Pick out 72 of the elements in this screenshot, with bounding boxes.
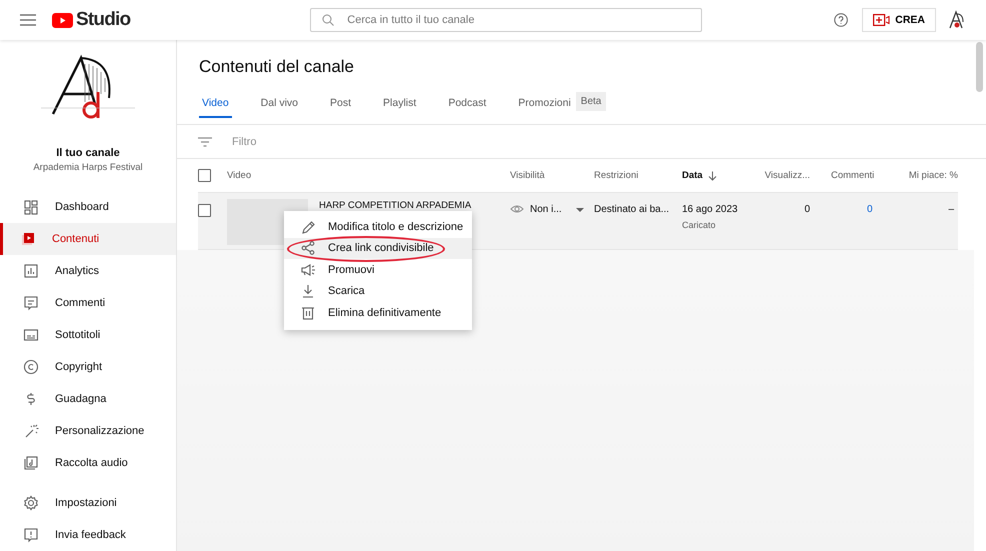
menu-item[interactable]: Modifica titolo e descrizione: [284, 216, 472, 238]
sort-down-icon: [708, 170, 717, 180]
sidebar-item[interactable]: Invia feedback: [0, 518, 176, 551]
upload-date: 16 ago 2023: [682, 204, 739, 215]
filter-icon[interactable]: [198, 136, 212, 146]
scrollbar-thumb[interactable]: [976, 42, 983, 92]
sidebar-item[interactable]: Sottotitoli: [0, 319, 176, 352]
subtitles-icon: [23, 327, 39, 344]
sidebar-item[interactable]: Analytics: [0, 255, 176, 288]
avatar-icon[interactable]: [948, 10, 966, 30]
logo-text: Studio: [76, 9, 130, 31]
help-icon[interactable]: [834, 13, 848, 27]
tab[interactable]: Post: [327, 97, 354, 118]
sidebar-item[interactable]: Impostazioni: [0, 486, 176, 519]
channel-title: Il tuo canale: [56, 147, 120, 159]
audio-icon: [23, 455, 39, 472]
comments-count[interactable]: 0: [867, 204, 873, 215]
sidebar-item[interactable]: Dashboard: [0, 191, 176, 224]
column-header[interactable]: Data: [682, 170, 703, 181]
column-header[interactable]: Visibilità: [510, 170, 545, 181]
upload-status: Caricato: [682, 220, 717, 230]
trash-icon: [300, 304, 316, 321]
add-video-icon: [873, 14, 890, 26]
sidebar-item[interactable]: Copyright: [0, 351, 176, 384]
visibility-value: Non i...: [530, 204, 562, 215]
copyright-icon: [23, 359, 39, 376]
views-count: 0: [804, 204, 810, 215]
tab[interactable]: Promozioni: [515, 97, 574, 118]
page-title: Contenuti del canale: [199, 57, 356, 77]
column-header[interactable]: Mi piace: %: [908, 170, 958, 181]
feedback-icon: [23, 526, 39, 543]
analytics-icon: [23, 263, 39, 280]
sidebar-item[interactable]: Guadagna: [0, 383, 176, 416]
menu-item[interactable]: Elimina definitivamente: [284, 302, 472, 324]
comments-icon: [23, 295, 39, 312]
wand-icon: [23, 423, 39, 440]
channel-name: Arpademia Harps Festival: [33, 162, 143, 173]
tab[interactable]: Playlist: [380, 97, 420, 118]
checkbox[interactable]: [198, 204, 211, 217]
tab[interactable]: Podcast: [445, 97, 490, 118]
sidebar-item[interactable]: Commenti: [0, 287, 176, 320]
pencil-icon: [300, 218, 316, 235]
menu-item[interactable]: Crea link condivisibile: [284, 238, 472, 259]
content-icon: [20, 231, 36, 248]
download-icon: [300, 283, 316, 300]
dashboard-icon: [23, 199, 39, 215]
tab[interactable]: Video: [199, 97, 232, 118]
column-header[interactable]: Video: [227, 170, 252, 181]
column-header[interactable]: Visualizz...: [764, 170, 810, 181]
play-logo-icon: [52, 12, 73, 28]
search-icon: [322, 14, 334, 26]
menu-icon[interactable]: [20, 14, 36, 26]
dropdown-caret-icon[interactable]: [576, 208, 584, 213]
tab[interactable]: Dal vivo: [258, 97, 302, 118]
settings-icon: [23, 494, 39, 511]
eye-icon: [510, 204, 524, 214]
sidebar-item[interactable]: Personalizzazione: [0, 415, 176, 448]
menu-item[interactable]: Promuovi: [284, 259, 472, 280]
sidebar-item[interactable]: Raccolta audio: [0, 447, 176, 480]
beta-badge: Beta: [576, 92, 606, 111]
search-field[interactable]: Cerca in tutto il tuo canale: [310, 8, 702, 32]
share-icon: [300, 240, 316, 256]
filter-field[interactable]: Filtro: [230, 134, 376, 148]
restrictions-value: Destinato ai ba...: [594, 204, 670, 215]
column-header[interactable]: Restrizioni: [594, 170, 638, 181]
sidebar-item[interactable]: Contenuti: [0, 223, 176, 256]
megaphone-icon: [300, 262, 316, 278]
column-header[interactable]: Commenti: [831, 170, 874, 181]
create-button[interactable]: CREA: [862, 8, 936, 32]
checkbox[interactable]: [198, 169, 211, 182]
likes-value: –: [948, 204, 954, 215]
menu-item[interactable]: Scarica: [284, 280, 472, 302]
